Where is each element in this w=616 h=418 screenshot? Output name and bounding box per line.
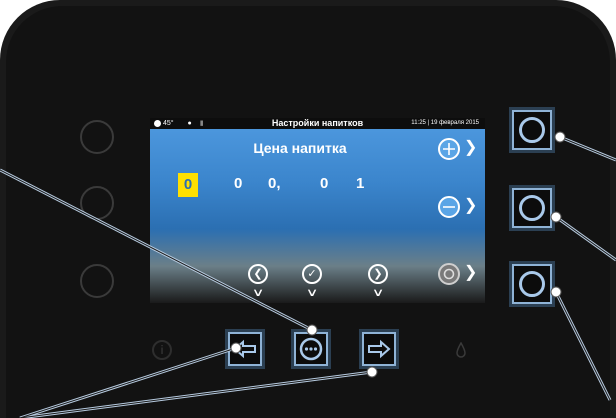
callout-lines	[0, 131, 616, 418]
control-panel: i 45° ● ▮ Настройки напитков 11:25 | 19 …	[0, 0, 616, 418]
